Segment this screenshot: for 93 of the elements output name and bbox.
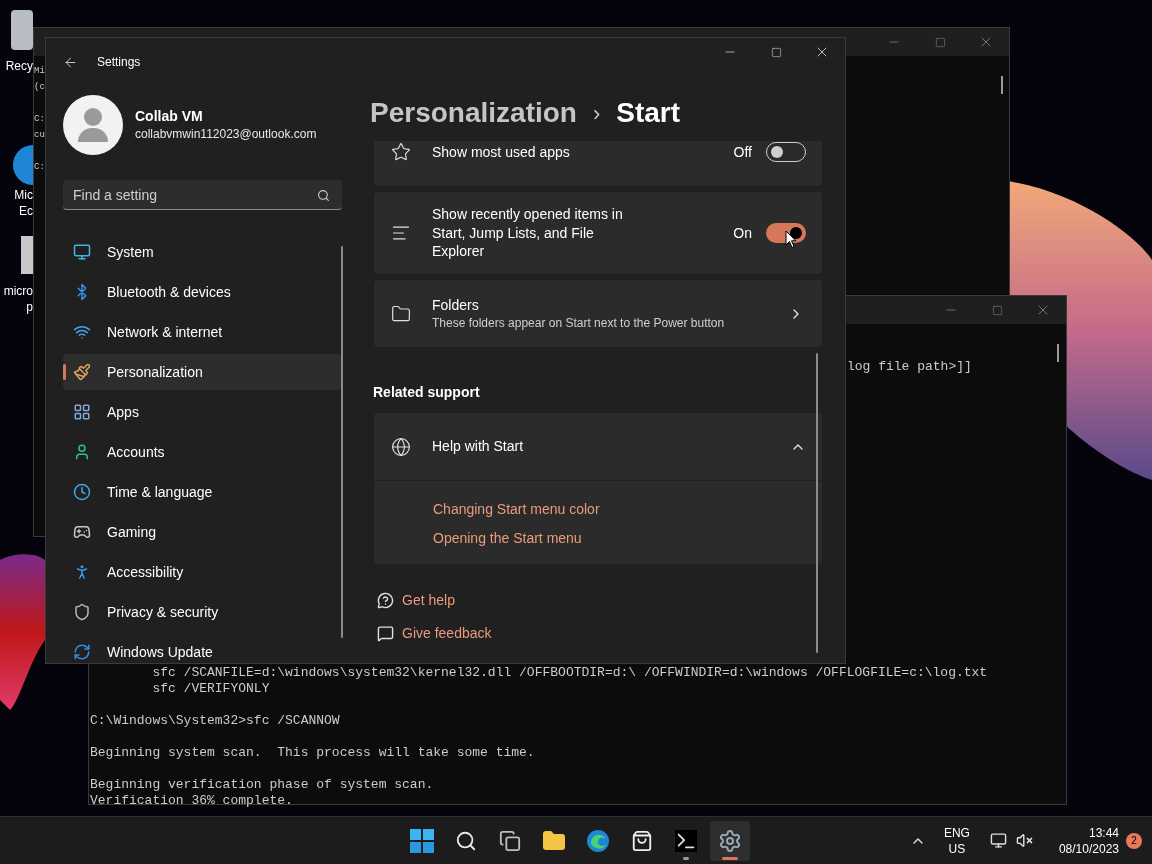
settings-card[interactable]: Folders These folders appear on Start next to the Power button [374,280,822,347]
browser-swirl-icon [586,828,610,853]
scrollbar-thumb[interactable] [816,353,818,653]
volume-muted-icon[interactable] [1015,832,1033,849]
footer-link[interactable]: Give feedback [402,622,492,644]
help-link[interactable]: Opening the Start menu [433,529,582,547]
nav-item[interactable]: System [63,234,342,270]
nav-item[interactable]: Accessibility [63,554,342,590]
windows-logo-icon [410,828,434,853]
nav-item[interactable]: Personalization [63,354,342,390]
task-view-icon [499,829,521,852]
paintbrush-icon [73,363,91,381]
running-indicator [722,856,738,860]
taskbar-app[interactable] [710,820,750,861]
page-title: Start [616,96,681,130]
gamepad-icon [73,523,91,541]
console-line: sfc /SCANFILE=d:\windows\system32\kernel32.dll /OFFBOOTDIR=d:\ /OFFWINDIR=d:\windows /OFFLOGFILE=c:\log.txt [151,665,988,681]
nav-item[interactable]: Bluetooth & devices [63,274,342,310]
setting-label: Show recently opened items in [432,205,623,224]
nav-item[interactable]: Accounts [63,434,342,470]
scrollbar-thumb[interactable] [1057,344,1059,362]
console-line: Beginning system scan. This process will take some time. [90,745,535,761]
search-field[interactable]: Find a setting [63,180,342,210]
desktop-icon-label: Mic [14,187,33,203]
terminal-icon [675,829,697,852]
scrollbar-thumb[interactable] [1001,76,1003,94]
selection-indicator [63,364,66,380]
user-email: collabvmwin112023@outlook.com [135,126,317,143]
console-line: (c [34,81,45,94]
store-bag-icon [631,829,653,852]
apps-grid-icon [73,403,91,421]
console-line: log file path>]] [847,359,972,375]
person-icon [73,443,91,461]
settings-icon [718,828,742,853]
nav-item[interactable]: Network & internet [63,314,342,350]
help-link[interactable]: Changing Start menu color [433,500,600,518]
maximize-icon [934,36,946,48]
clock-icon [73,483,91,501]
expander-header[interactable]: Help with Start [374,413,822,480]
console-line: cu [34,129,45,142]
globe-icon [391,436,411,457]
folder-icon [542,828,566,853]
notification-badge[interactable]: 2 [1126,832,1142,849]
back-arrow-icon [62,54,78,70]
nav-item[interactable]: Privacy & security [63,594,342,630]
console-line: Mi [34,65,45,78]
star-icon [391,142,411,162]
toggle-state-label: Off [733,142,752,162]
window-title: Settings [97,54,141,71]
maximize-icon [991,304,1003,316]
desktop-icon-label: Ec [19,203,33,219]
maximize-icon [770,46,782,58]
console-line: C: [34,161,45,174]
mouse-cursor-icon [785,230,797,249]
toggle-state-label: On [733,223,752,243]
setting-label: Show most used apps [432,142,570,162]
setting-label: Explorer [432,242,486,261]
nav-item[interactable]: Gaming [63,514,342,550]
feedback-icon [377,624,394,642]
console-line: C: [34,113,45,126]
wifi-icon [73,323,91,341]
console-line: Beginning verification phase of system scan. [90,777,434,793]
setting-label: Folders [432,296,480,315]
setting-description: These folders appear on Start next to the Power button [432,314,725,331]
desktop-icon-label: micro [3,283,33,299]
language-indicator[interactable]: ENG US [943,824,970,857]
monitor-icon [73,243,91,261]
help-icon [377,591,394,609]
setting-label: Start, Jump Lists, and File [432,223,595,243]
network-icon[interactable] [989,832,1007,849]
search-icon [317,189,330,202]
nav-item[interactable]: Time & language [63,474,342,510]
breadcrumb-separator: › [592,99,601,128]
nav-item[interactable]: Windows Update [63,634,342,663]
search-icon [455,829,477,852]
avatar-icon [63,95,123,155]
desktop-icon-label: p [26,299,33,315]
footer-link[interactable]: Get help [402,589,455,611]
refresh-icon [73,643,91,661]
toggle-switch[interactable] [766,223,806,243]
folder-icon [391,303,411,324]
running-indicator [683,856,689,860]
console-line: Verification 36% complete. [90,793,293,809]
scrollbar-thumb[interactable] [341,246,343,638]
desktop-icon-label: Recy [5,58,33,74]
nav-item[interactable]: Apps [63,394,342,430]
breadcrumb-parent[interactable]: Personalization [370,92,577,134]
console-line: sfc /VERIFYONLY [151,681,270,697]
shield-icon [73,603,91,621]
clock[interactable]: 13:44 08/10/2023 [1058,824,1119,857]
user-name: Collab VM [135,107,204,125]
section-heading: Related support [373,383,480,402]
console-line: C:\Windows\System32>sfc /SCANNOW [90,713,340,729]
